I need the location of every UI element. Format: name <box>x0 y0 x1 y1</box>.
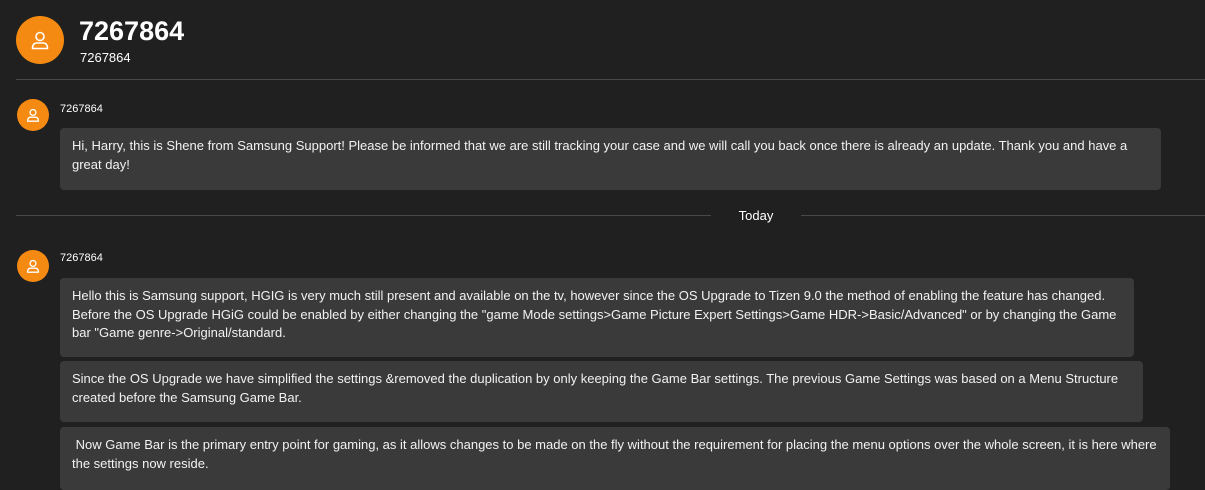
conversation-title: 7267864 <box>79 16 185 46</box>
conversation-header: 7267864 7267864 <box>0 0 1205 79</box>
day-separator-label: Today <box>738 208 774 223</box>
chat-window: 7267864 7267864 7267864 Hi, Harry, this … <box>0 0 1205 490</box>
message-bubble[interactable]: Hi, Harry, this is Shene from Samsung Su… <box>60 128 1161 190</box>
sender-name: 7267864 <box>60 103 103 115</box>
sender-name: 7267864 <box>60 252 103 264</box>
person-icon <box>31 31 49 50</box>
day-separator: Today <box>16 206 1205 226</box>
contact-avatar[interactable] <box>16 16 64 64</box>
message-bubble[interactable]: Now Game Bar is the primary entry point … <box>60 427 1170 490</box>
conversation-subtitle: 7267864 <box>80 50 131 65</box>
day-separator-line-left <box>16 215 711 216</box>
message-bubble[interactable]: Since the OS Upgrade we have simplified … <box>60 361 1143 422</box>
day-separator-line-right <box>801 215 1205 216</box>
message-bubble[interactable]: Hello this is Samsung support, HGIG is v… <box>60 278 1134 357</box>
person-icon <box>26 259 40 273</box>
sender-avatar[interactable] <box>17 250 49 282</box>
sender-avatar[interactable] <box>17 99 49 131</box>
person-icon <box>26 108 40 122</box>
header-divider <box>16 79 1205 80</box>
